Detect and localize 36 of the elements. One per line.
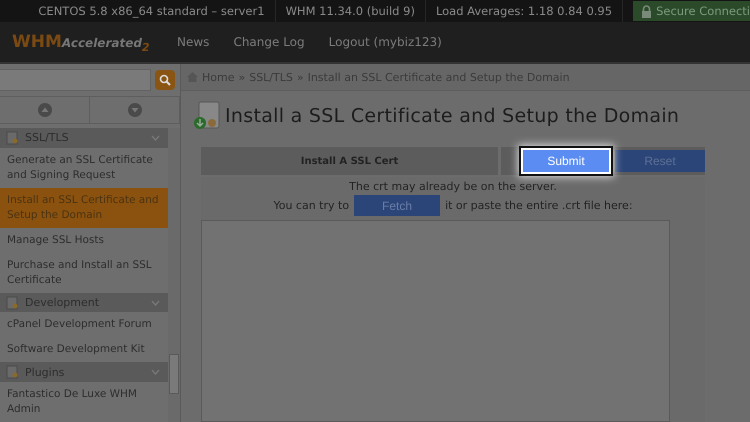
certificate-textarea[interactable] bbox=[201, 220, 670, 422]
search-field[interactable] bbox=[0, 69, 151, 91]
secure-connection-badge: Secure Connecti bbox=[633, 1, 750, 21]
menu-item[interactable]: Generate an SSL Certificate and Signing Request bbox=[0, 148, 168, 188]
nav-link[interactable]: News bbox=[177, 35, 210, 49]
section-icon bbox=[6, 365, 19, 380]
menu-item[interactable]: Purchase and Install an SSL Certificate bbox=[0, 252, 168, 293]
menu-item[interactable]: Fantastico De Luxe WHM Admin bbox=[0, 382, 168, 422]
page-title: Install a SSL Certificate and Setup the Domain bbox=[225, 105, 680, 127]
info-text: The crt may already be on the server. bbox=[349, 180, 557, 193]
nav-link[interactable]: Logout (mybiz123) bbox=[328, 35, 442, 49]
certificate-icon bbox=[193, 101, 221, 131]
logo-number: 2 bbox=[142, 41, 150, 54]
menu-item[interactable]: Software Development Kit bbox=[0, 337, 168, 362]
menu-item[interactable]: Install an SSL Certificate and Setup the Domain bbox=[0, 188, 168, 228]
chevron-icon bbox=[151, 134, 160, 141]
scrollbar-thumb[interactable] bbox=[169, 354, 179, 394]
section-icon bbox=[6, 130, 19, 145]
form-button[interactable]: Submit bbox=[521, 148, 611, 174]
instruction-text: You can try to bbox=[273, 199, 350, 212]
chevron-icon bbox=[151, 300, 160, 306]
lock-icon bbox=[641, 4, 652, 18]
nav-link[interactable]: Change Log bbox=[233, 35, 305, 49]
search-button[interactable] bbox=[155, 70, 175, 90]
section-icon bbox=[6, 296, 19, 310]
fetch-button[interactable]: Fetch bbox=[354, 195, 440, 216]
menu-item[interactable]: Manage SSL Hosts bbox=[0, 228, 168, 253]
breadcrumb-separator: » bbox=[296, 70, 304, 84]
instruction-text: it or paste the entire .crt file here: bbox=[445, 199, 633, 212]
logo-subtext: Accelerated bbox=[62, 36, 142, 50]
search-icon bbox=[159, 74, 171, 86]
chevron-icon bbox=[151, 369, 160, 376]
breadcrumb-separator: » bbox=[238, 70, 246, 84]
form-tab[interactable]: Install A SSL Cert bbox=[201, 147, 498, 175]
menu-item[interactable]: cPanel Development Forum bbox=[0, 312, 168, 338]
logo-text: WHM bbox=[12, 32, 62, 52]
